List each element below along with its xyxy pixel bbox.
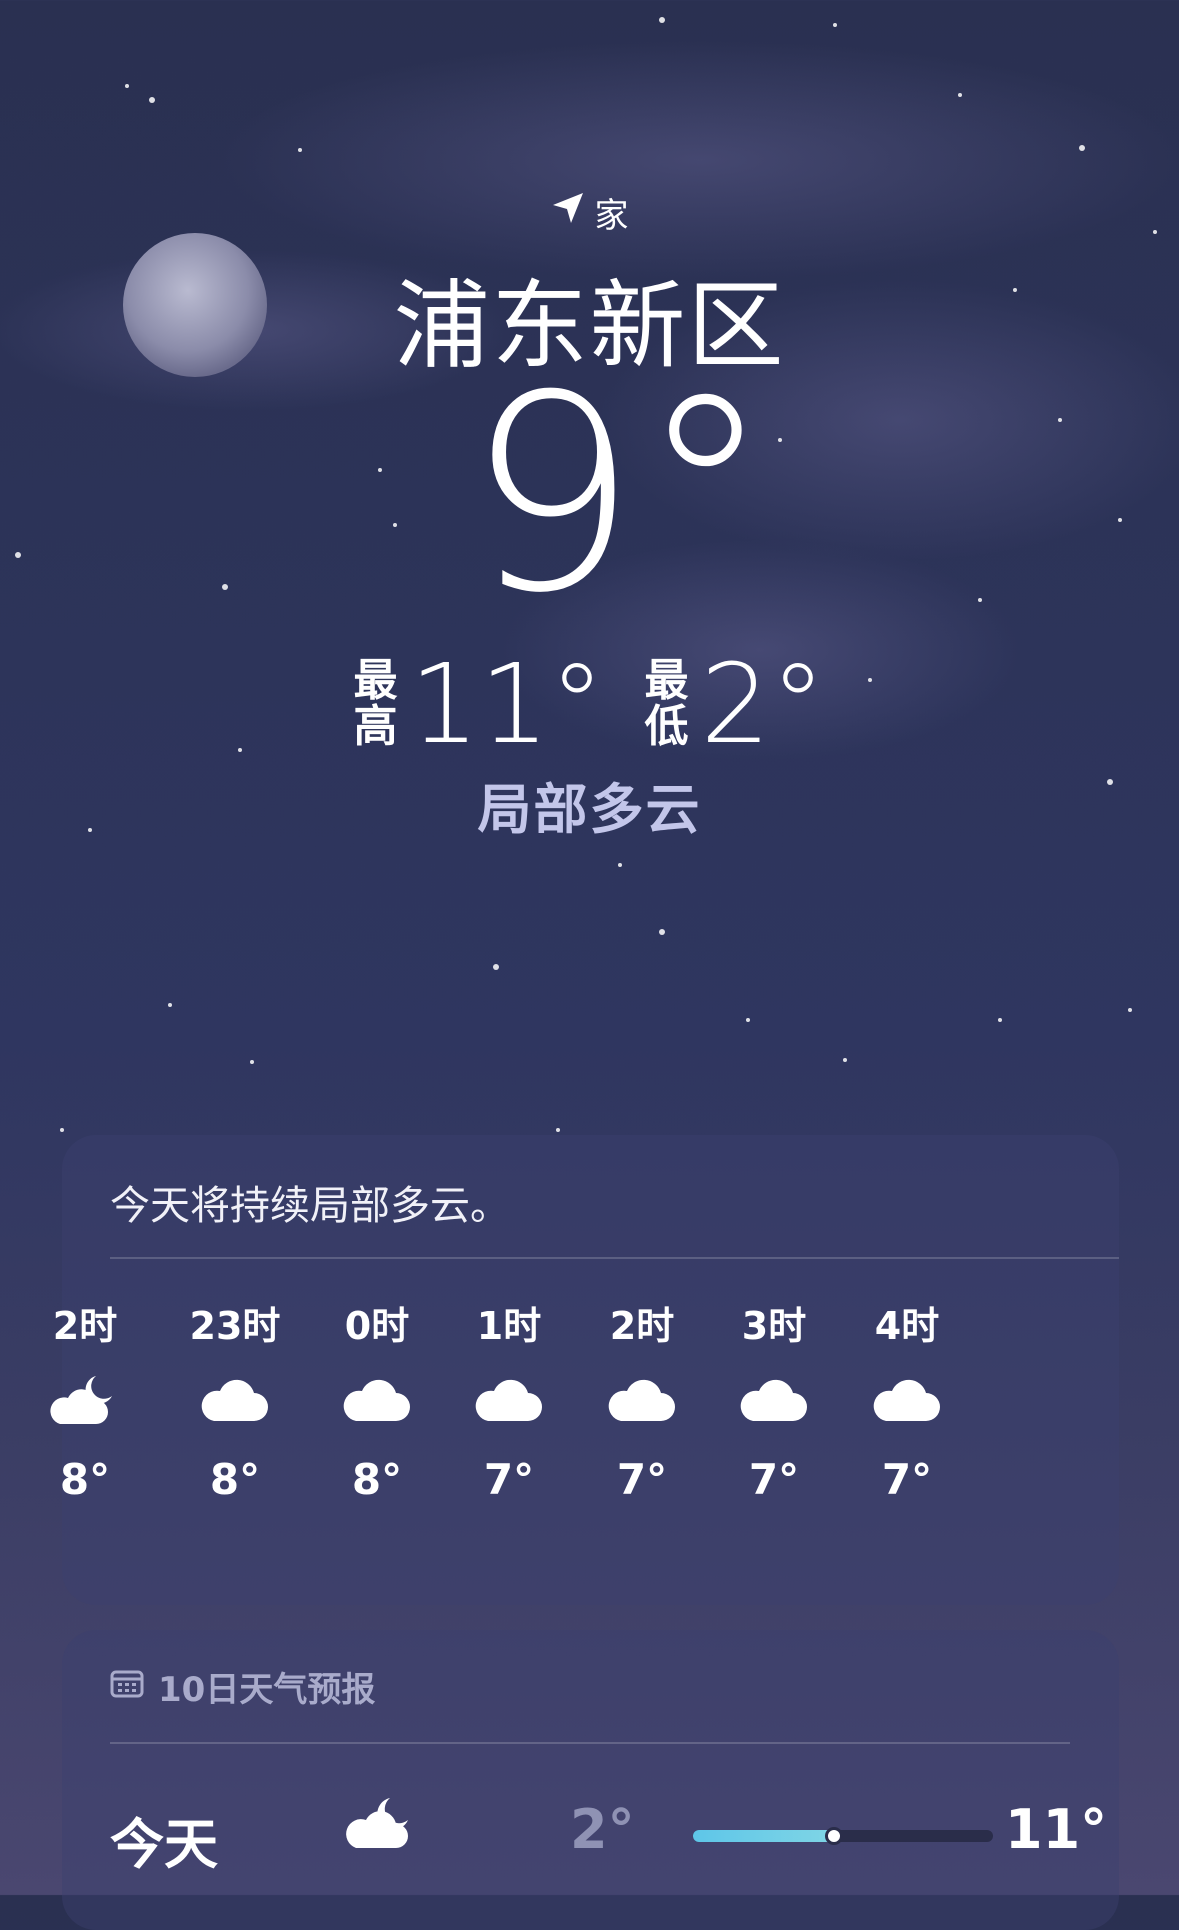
low-temp-value: 2° xyxy=(700,640,826,768)
forecast-header: 10日天气预报 xyxy=(110,1662,375,1711)
cloud-icon xyxy=(699,1345,849,1455)
hour-temp: 8° xyxy=(209,1455,261,1504)
temperature-range-bar xyxy=(693,1827,993,1845)
hour-item: 0时 8° xyxy=(302,1295,452,1504)
current-temp-indicator xyxy=(825,1827,843,1845)
cloud-moon-icon xyxy=(10,1345,160,1455)
hour-time: 2时 xyxy=(52,1304,118,1348)
condition-text: 局部多云 xyxy=(477,778,702,841)
low-label: 最低 xyxy=(644,658,688,750)
cloud-icon xyxy=(434,1345,584,1455)
forecast-day-label: 今天 xyxy=(110,1813,218,1876)
hour-temp: 8° xyxy=(59,1455,111,1504)
ten-day-forecast-card[interactable]: 10日天气预报 今天 2° 11° xyxy=(62,1630,1119,1930)
hour-item: 4时 7° xyxy=(832,1295,982,1504)
hour-time: 23时 xyxy=(189,1304,281,1348)
hour-item: 2时 8° xyxy=(10,1295,160,1504)
hour-time: 1时 xyxy=(476,1304,542,1348)
low-label-text: 最低 xyxy=(644,655,689,752)
hour-time: 4时 xyxy=(874,1304,940,1348)
hour-temp: 7° xyxy=(483,1455,535,1504)
hour-item: 1时 7° xyxy=(434,1295,584,1504)
forecast-title: 10日天气预报 xyxy=(158,1670,376,1710)
home-location-row[interactable]: 家 xyxy=(0,188,1179,237)
low-temp-group: 最低 2° xyxy=(644,640,825,768)
high-low-row: 最高 11° 最低 2° xyxy=(0,640,1179,768)
cloud-icon xyxy=(567,1345,717,1455)
hourly-forecast-card[interactable]: 今天将持续局部多云。 2时 8° 23时 8° 0时 8° 1时 7° 2时 7° 3时 7° 4时 7° xyxy=(50,1135,1119,1605)
hour-temp: 7° xyxy=(616,1455,668,1504)
location-arrow-icon xyxy=(551,191,585,234)
cloud-moon-icon xyxy=(338,1792,418,1860)
cloud-icon xyxy=(160,1345,310,1455)
divider xyxy=(110,1742,1070,1744)
cloud-icon xyxy=(832,1345,982,1455)
hourly-list[interactable]: 2时 8° 23时 8° 0时 8° 1时 7° 2时 7° 3时 7° 4时 7° xyxy=(50,1135,1119,1605)
calendar-icon xyxy=(110,1667,144,1707)
high-label-text: 最高 xyxy=(353,655,398,752)
hour-item: 3时 7° xyxy=(699,1295,849,1504)
forecast-high: 11° xyxy=(1005,1798,1108,1861)
high-temp-group: 最高 11° xyxy=(354,640,605,768)
hour-item: 2时 7° xyxy=(567,1295,717,1504)
hour-temp: 7° xyxy=(881,1455,933,1504)
hour-item: 23时 8° xyxy=(160,1295,310,1504)
current-temperature: 9° xyxy=(466,337,773,652)
home-label: 家 xyxy=(594,196,629,236)
hour-temp: 7° xyxy=(748,1455,800,1504)
hour-time: 0时 xyxy=(344,1304,410,1348)
hour-temp: 8° xyxy=(351,1455,403,1504)
high-label: 最高 xyxy=(354,658,398,750)
weather-header: 家 浦东新区 9° 最高 11° 最低 2° 局部多云 xyxy=(0,0,1179,900)
forecast-low: 2° xyxy=(570,1798,635,1861)
hour-time: 2时 xyxy=(609,1304,675,1348)
temperature-range-fill xyxy=(693,1830,834,1842)
high-temp-value: 11° xyxy=(409,640,605,768)
hour-time: 3时 xyxy=(741,1304,807,1348)
cloud-icon xyxy=(302,1345,452,1455)
forecast-day-row[interactable]: 今天 2° 11° xyxy=(110,1770,1107,1880)
